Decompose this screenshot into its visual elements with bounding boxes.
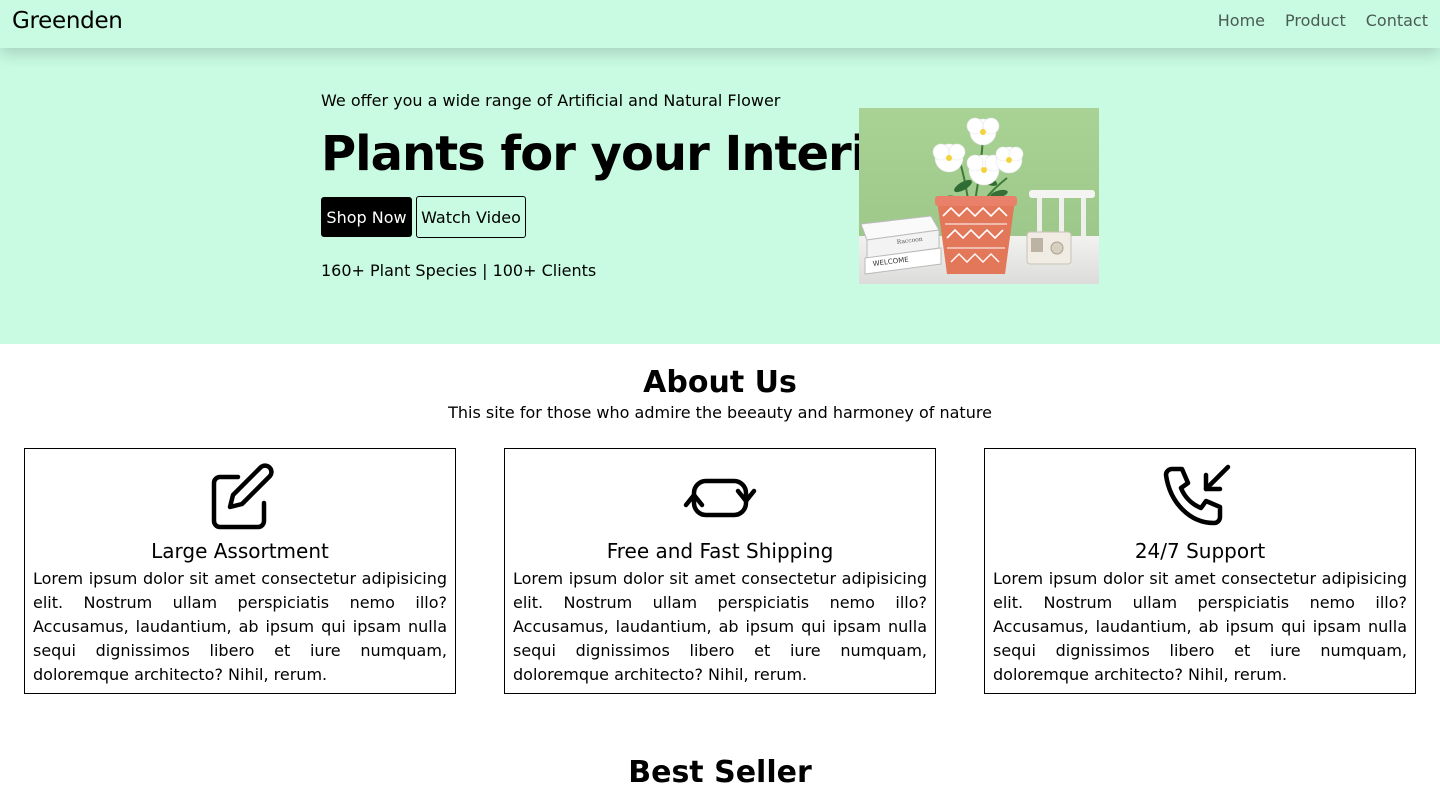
watch-video-button[interactable]: Watch Video	[416, 196, 526, 238]
hero-tagline: We offer you a wide range of Artificial …	[321, 91, 781, 110]
card-text: Lorem ipsum dolor sit amet consectetur a…	[33, 569, 447, 684]
nav-link-product[interactable]: Product	[1285, 11, 1346, 30]
card-title: 24/7 Support	[1134, 539, 1266, 563]
about-title: About Us	[643, 365, 797, 400]
card-text: Lorem ipsum dolor sit amet consectetur a…	[513, 569, 927, 684]
phone-incoming-icon	[985, 461, 1415, 533]
brand-logo[interactable]: Greenden	[12, 8, 123, 34]
feature-card-support: 24/7 Support Lorem ipsum dolor sit amet …	[984, 448, 1416, 694]
hero-section: We offer you a wide range of Artificial …	[0, 48, 1440, 344]
feature-card-large-assortment: Large Assortment Lorem ipsum dolor sit a…	[24, 448, 456, 694]
feature-card-shipping: Free and Fast Shipping Lorem ipsum dolor…	[504, 448, 936, 694]
nav-links: Home Product Contact	[1218, 11, 1428, 30]
potted-flower-photo-icon: WELCOME Raccoon	[859, 108, 1099, 284]
shop-now-button[interactable]: Shop Now	[321, 197, 412, 237]
hero-plant-image: WELCOME Raccoon	[859, 108, 1099, 284]
card-title: Free and Fast Shipping	[606, 539, 834, 563]
navbar: Greenden Home Product Contact	[0, 0, 1440, 48]
edit-icon	[25, 461, 455, 533]
sync-icon	[505, 461, 935, 533]
card-title: Large Assortment	[151, 539, 329, 563]
card-text: Lorem ipsum dolor sit amet consectetur a…	[993, 569, 1407, 684]
nav-link-home[interactable]: Home	[1218, 11, 1265, 30]
best-seller-title: Best Seller	[628, 755, 812, 790]
nav-link-contact[interactable]: Contact	[1366, 11, 1428, 30]
about-subtitle: This site for those who admire the beeau…	[448, 403, 992, 422]
hero-stats: 160+ Plant Species | 100+ Clients	[321, 261, 597, 280]
